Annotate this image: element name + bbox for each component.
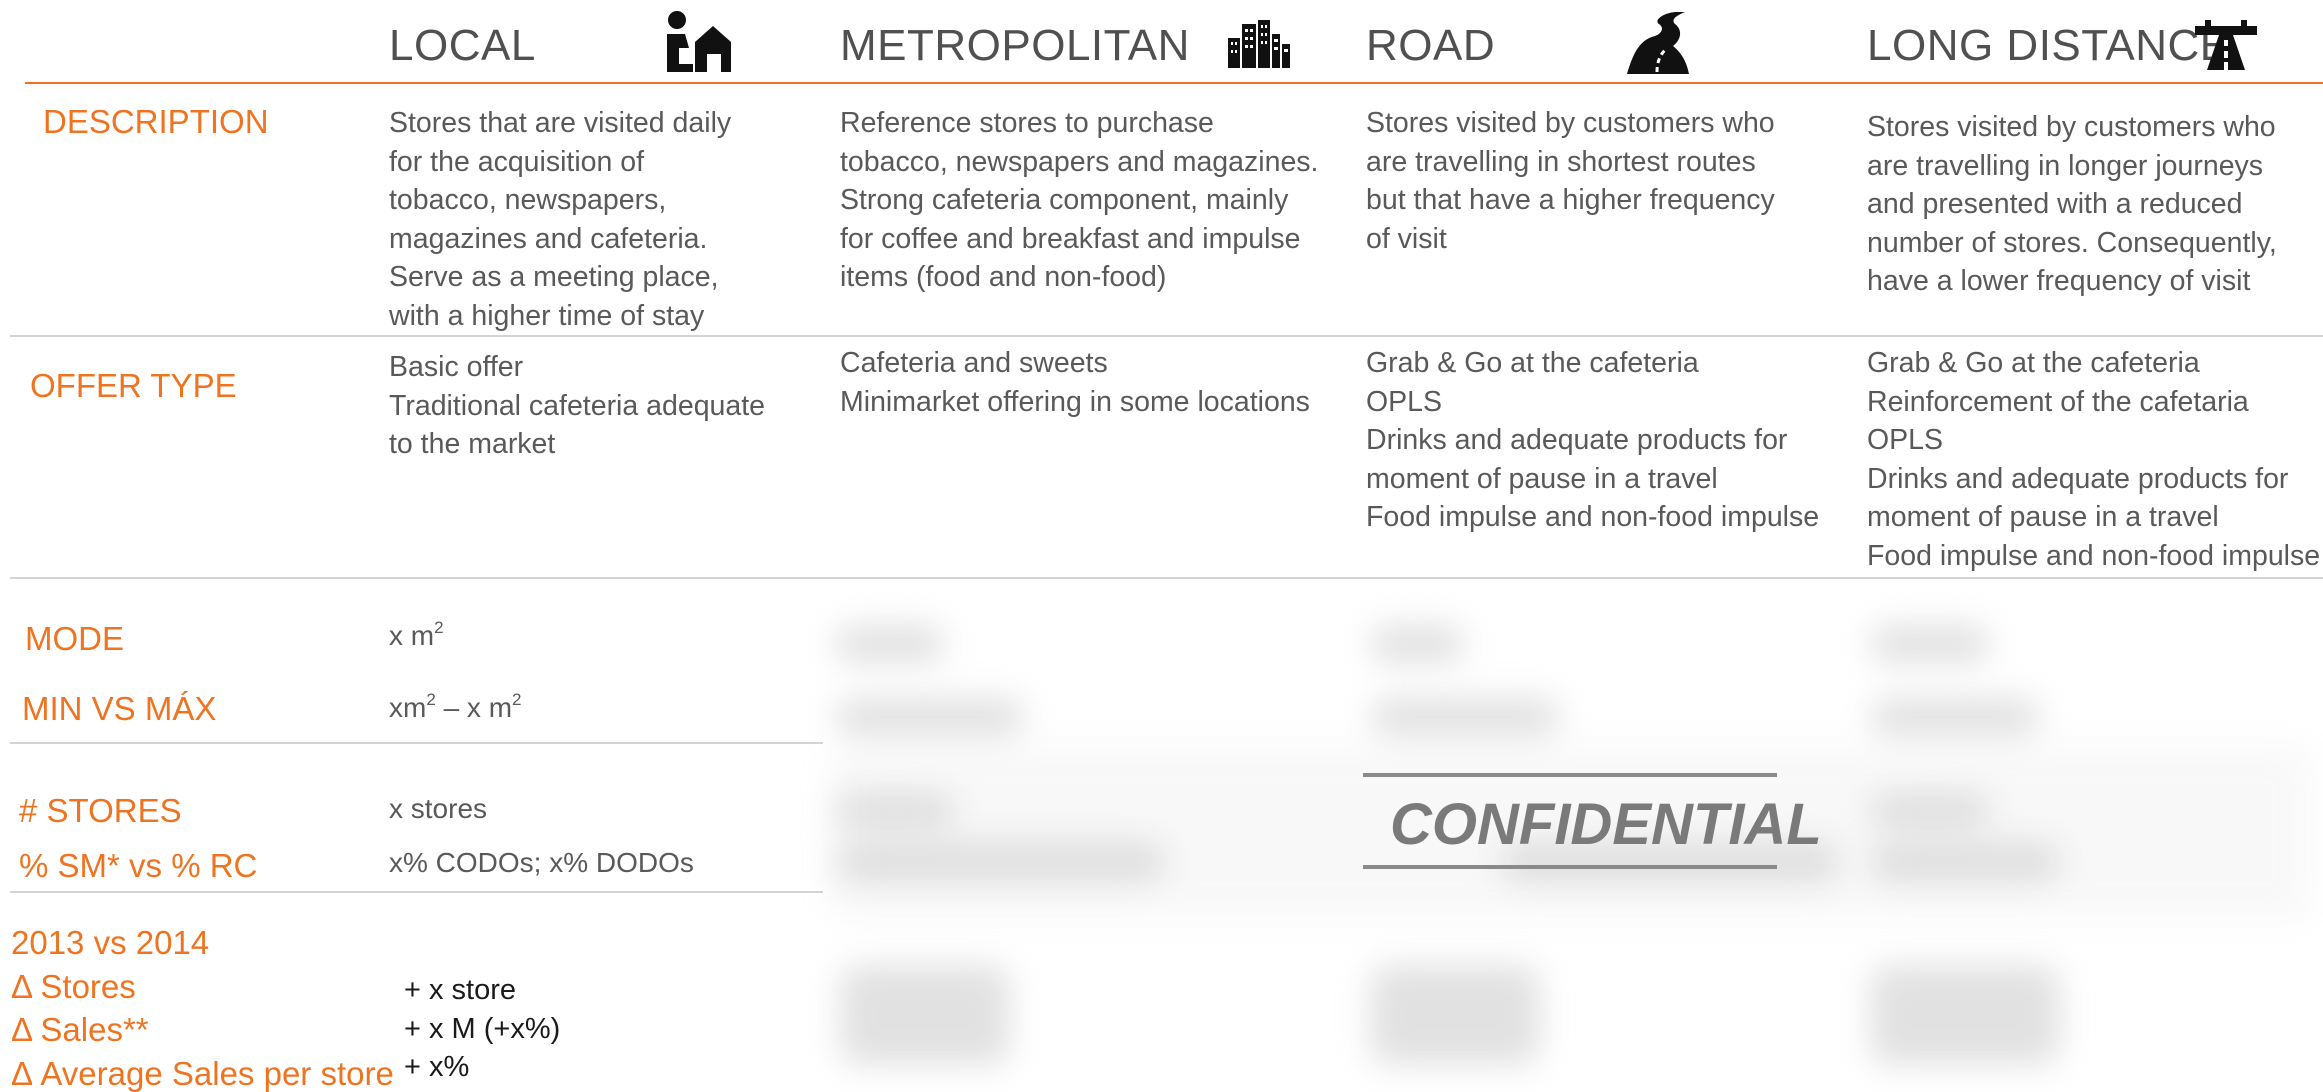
row-label-sm-vs-rc: % SM* vs % RC bbox=[19, 847, 258, 884]
sm-vs-rc-local: x% CODOs; x% DODOs bbox=[389, 847, 694, 878]
description-long-distance: Stores visited by customers who are trave… bbox=[1867, 111, 2277, 297]
column-header-long-distance: LONG DISTANCE bbox=[1867, 21, 2230, 70]
person-house-icon bbox=[665, 10, 731, 76]
city-buildings-icon bbox=[1228, 20, 1290, 68]
row-label-delta-stores: Δ Stores bbox=[11, 968, 136, 1005]
winding-road-icon bbox=[1625, 10, 1689, 74]
row-label-delta-sales: Δ Sales** bbox=[11, 1011, 149, 1048]
column-header-road: ROAD bbox=[1366, 21, 1496, 70]
row-label-offer-type: OFFER TYPE bbox=[30, 367, 237, 404]
row-label-stores: # STORES bbox=[19, 792, 182, 829]
row-label-delta-average-sales: Δ Average Sales per store bbox=[11, 1055, 394, 1092]
row-label-mode: MODE bbox=[25, 620, 124, 657]
description-road: Stores visited by customers who are trave… bbox=[1366, 107, 1775, 255]
stamp-rule-top bbox=[1363, 773, 1777, 777]
offer-type-long-distance: Grab & Go at the cafeteria Reinforcement … bbox=[1867, 347, 2321, 572]
highway-icon bbox=[2195, 20, 2257, 70]
column-header-local: LOCAL bbox=[389, 21, 536, 70]
description-metropolitan: Reference stores to purchase tobacco, new… bbox=[840, 107, 1319, 293]
row-divider bbox=[10, 335, 2323, 337]
confidential-stamp: CONFIDENTIAL bbox=[1390, 792, 1822, 857]
stamp-rule-bottom bbox=[1363, 865, 1777, 869]
offer-type-metropolitan: Cafeteria and sweets Minimarket offering … bbox=[840, 347, 1310, 418]
row-divider bbox=[10, 891, 823, 893]
mode-local: x m2 bbox=[389, 618, 444, 651]
row-label-description: DESCRIPTION bbox=[43, 103, 269, 140]
row-label-min-vs-max: MIN VS MÁX bbox=[22, 690, 217, 727]
row-label-years: 2013 vs 2014 bbox=[11, 924, 210, 961]
column-header-metropolitan: METROPOLITAN bbox=[840, 21, 1190, 70]
row-divider bbox=[10, 577, 2323, 579]
min-vs-max-local: xm2 – x m2 bbox=[389, 690, 522, 723]
deltas-local: + x store + x M (+x%) + x% bbox=[404, 974, 561, 1083]
header-rule bbox=[25, 82, 2323, 84]
offer-type-road: Grab & Go at the cafeteria OPLS Drinks and… bbox=[1366, 347, 1820, 533]
description-local: Stores that are visited daily for the acq… bbox=[389, 107, 732, 332]
stores-local: x stores bbox=[389, 793, 488, 824]
row-divider bbox=[10, 742, 823, 744]
offer-type-local: Basic offer Traditional cafeteria adequat… bbox=[389, 351, 766, 460]
